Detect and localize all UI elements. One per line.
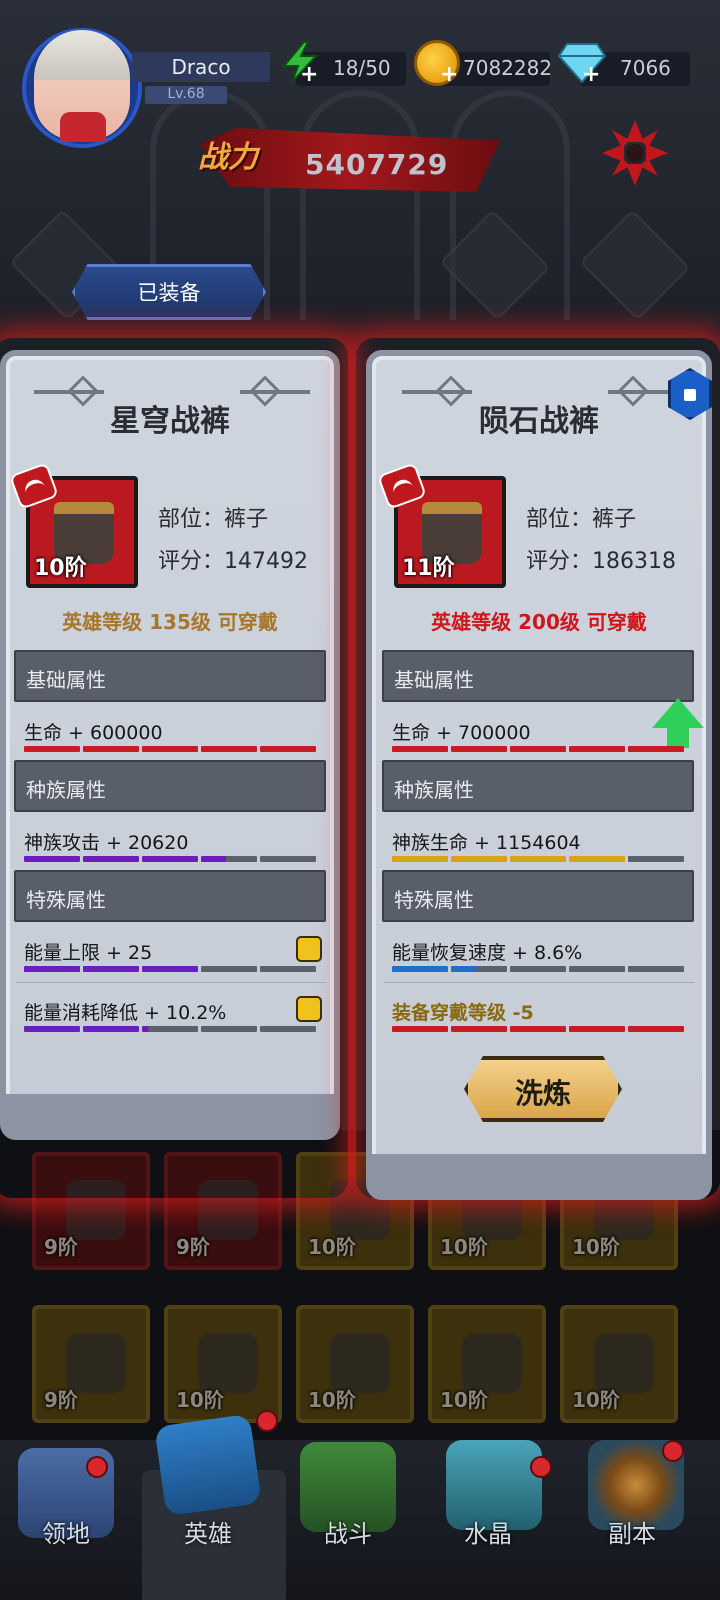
stat-bar: [24, 856, 316, 862]
stat-bar: [24, 1026, 316, 1032]
item-tier: 11阶: [402, 556, 455, 581]
avatar-dress: [60, 112, 106, 142]
equipped-item-card: 星穹战裤 10阶 部位：裤子 评分：147492 英雄等级 135级 可穿戴 基…: [0, 350, 340, 1140]
stat-bar: [392, 1026, 684, 1032]
add-energy-button[interactable]: +: [300, 62, 318, 87]
upgrade-arrow-stem: [667, 728, 689, 748]
item-tier: 10阶: [34, 556, 87, 581]
stat-bar: [392, 746, 684, 752]
player-name: Draco: [171, 55, 231, 79]
power-value: 5407729: [305, 148, 449, 181]
section-basic-attributes: 基础属性: [14, 650, 326, 702]
section-race-attributes: 种族属性: [382, 760, 694, 812]
stat-special-2: 能量消耗降低 + 10.2%: [24, 1002, 227, 1024]
item-score: 评分：186318: [526, 549, 676, 574]
notification-dot: [662, 1440, 684, 1462]
nav-item-hero[interactable]: 英雄: [148, 1514, 268, 1549]
item-slot: 部位：裤子: [526, 507, 637, 532]
stat-basic: 生命 + 700000: [392, 722, 531, 744]
item-title: 星穹战裤: [110, 404, 230, 439]
stat-special-1: 能量恢复速度 + 8.6%: [392, 942, 583, 964]
stat-race: 神族生命 + 1154604: [392, 832, 581, 854]
energy-count: 18/50: [333, 56, 391, 80]
upgrade-arrow-icon: [652, 698, 704, 728]
add-gems-button[interactable]: +: [582, 62, 600, 87]
notification-dot: [256, 1410, 278, 1432]
section-special-attributes: 特殊属性: [382, 870, 694, 922]
power-label: 战力: [198, 140, 258, 175]
thumbs-up-icon: [296, 996, 322, 1022]
stat-bar: [392, 966, 684, 972]
item-slot: 部位：裤子: [158, 507, 269, 532]
refine-button-label: 洗炼: [514, 1077, 571, 1110]
level-requirement: 英雄等级 200级 可穿戴: [431, 610, 647, 634]
notification-dot: [530, 1456, 552, 1478]
level-requirement: 英雄等级 135级 可穿戴: [62, 610, 278, 634]
nav-item-crystal[interactable]: 水晶: [428, 1514, 548, 1549]
add-coins-button[interactable]: +: [440, 62, 458, 87]
stat-basic: 生命 + 600000: [24, 722, 163, 744]
nav-item-battle[interactable]: 战斗: [288, 1514, 408, 1549]
item-title: 陨石战裤: [479, 404, 599, 439]
nav-item-dungeon[interactable]: 副本: [572, 1514, 692, 1549]
section-basic-attributes: 基础属性: [382, 650, 694, 702]
item-score: 评分：147492: [158, 549, 308, 574]
player-level: Lv.68: [167, 86, 205, 102]
section-special-attributes: 特殊属性: [14, 870, 326, 922]
thumbs-up-icon: [296, 936, 322, 962]
section-race-attributes: 种族属性: [14, 760, 326, 812]
gem-count: 7066: [620, 56, 671, 80]
stat-bar: [24, 966, 316, 972]
coin-count: 7082282: [463, 56, 553, 80]
stat-race: 神族攻击 + 20620: [24, 832, 189, 854]
equipped-tab-label: 已装备: [137, 281, 201, 305]
compare-item-card: 陨石战裤 11阶 部位：裤子 评分：186318 英雄等级 200级 可穿戴 基…: [366, 350, 712, 1200]
stat-special-2: 装备穿戴等级 -5: [392, 1002, 534, 1024]
nav-item-territory[interactable]: 领地: [6, 1514, 126, 1549]
background-arch: [300, 90, 420, 320]
stat-special-1: 能量上限 + 25: [24, 942, 153, 964]
notification-dot: [86, 1456, 108, 1478]
stat-bar: [392, 856, 684, 862]
settings-gear-icon[interactable]: [600, 118, 670, 188]
stat-bar: [24, 746, 316, 752]
hero-hat-icon: [154, 1413, 262, 1517]
